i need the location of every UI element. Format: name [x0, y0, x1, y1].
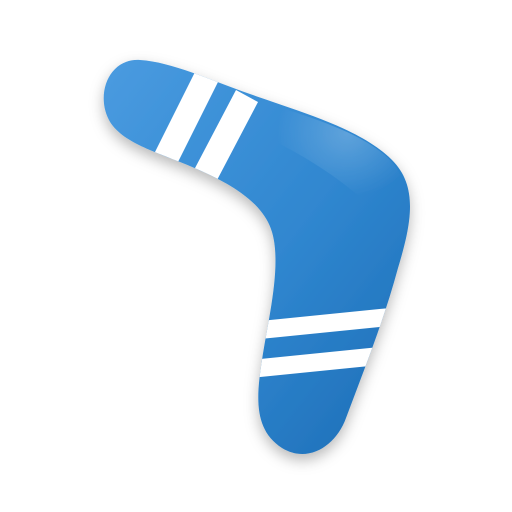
app-icon-canvas: [0, 0, 512, 512]
boomerang-body-group: [103, 59, 410, 455]
boomerang-icon: [103, 59, 410, 455]
